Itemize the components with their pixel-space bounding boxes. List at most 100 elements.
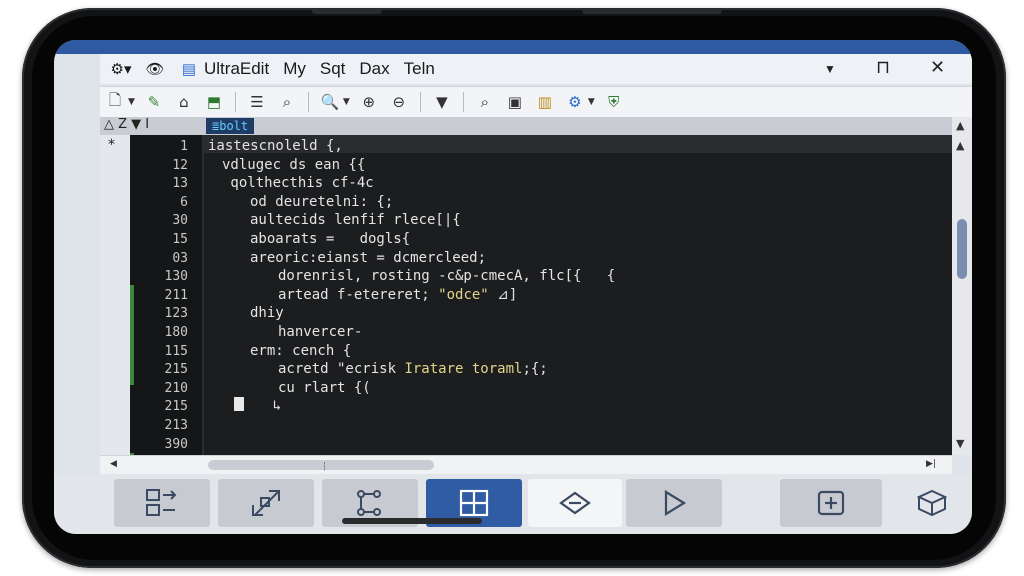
- zoom-in-icon[interactable]: ⊕: [356, 90, 382, 114]
- scroll-down-arrow-icon[interactable]: ▼: [956, 437, 964, 450]
- line-number: 130: [164, 269, 188, 285]
- line-number: 6: [180, 194, 188, 210]
- code-text: erm: cench {: [250, 342, 352, 359]
- line-number: 211: [164, 287, 188, 303]
- code-text: aboarats = dogls{: [250, 231, 411, 247]
- code-text: qolthecthis cf-4c: [222, 175, 374, 192]
- settings-icon[interactable]: ⚙: [562, 90, 588, 114]
- list-icon[interactable]: ☰: [244, 90, 270, 114]
- code-line[interactable]: ↳: [222, 398, 281, 414]
- line-number: 390: [164, 436, 188, 452]
- home-indicator: [342, 518, 482, 524]
- code-text: acretd "ecrisk: [278, 361, 405, 378]
- find-dropdown[interactable]: ▼: [343, 97, 350, 107]
- scroll-up-arrow-icon[interactable]: ▲: [956, 119, 964, 132]
- menu-item-dax[interactable]: Dax: [359, 59, 389, 79]
- code-line[interactable]: aultecids lenfif rlece[|{: [250, 212, 461, 228]
- edit-icon[interactable]: ✎: [141, 90, 167, 114]
- modified-marker: *: [108, 137, 115, 153]
- tab-bolt[interactable]: ≣bolt: [206, 118, 255, 134]
- vertical-scrollbar[interactable]: ▲ ▲ ▼: [952, 117, 972, 455]
- code-string: "odce": [438, 286, 489, 303]
- code-line[interactable]: erm: cench {: [250, 343, 351, 359]
- resize-icon[interactable]: [218, 479, 314, 527]
- vertical-scroll-thumb[interactable]: [957, 219, 967, 279]
- find-icon[interactable]: 🔍: [317, 90, 343, 114]
- settings-dropdown[interactable]: ▼: [588, 97, 595, 107]
- app-screen: ⚙▾ 👁 ▤ UltraEdit My Sqt Dax Teln ▼ ⊓ ✕ 🗋…: [54, 40, 972, 534]
- horizontal-scrollbar[interactable]: ◀ ┆ ▶|: [100, 455, 952, 474]
- code-line[interactable]: hanvercer-: [278, 324, 362, 340]
- code-line[interactable]: qolthecthis cf-4c: [222, 175, 374, 192]
- toolbar-separator: [419, 92, 421, 112]
- image-icon[interactable]: ▣: [502, 90, 528, 114]
- code-tail: ↳: [222, 398, 282, 415]
- close-button[interactable]: ✕: [930, 57, 945, 78]
- code-text: vdlugec ds ean {{: [222, 156, 366, 173]
- code-text: aultecids lenfif rlece[|{: [250, 212, 461, 229]
- line-number: 210: [164, 380, 188, 396]
- line-number: 30: [172, 213, 188, 229]
- zoom-out-icon[interactable]: ⊖: [386, 90, 412, 114]
- code-line[interactable]: acretd "ecrisk Iratare toraml;{;: [278, 361, 548, 377]
- code-text: dhiy: [250, 305, 284, 322]
- line-number: 15: [172, 232, 188, 247]
- volume-button: [312, 8, 382, 14]
- gutter-header: △ Z ▼ I: [104, 117, 150, 132]
- power-button: [582, 8, 722, 14]
- code-line[interactable]: vdlugec ds ean {{: [222, 157, 365, 173]
- toolbar: 🗋 ▼ ✎ ⌂ ⬒ ☰ ⌕ 🔍 ▼ ⊕ ⊖ ▼ ⌕ ▣ ▥ ⚙ ▼ ⛨: [100, 86, 972, 118]
- code-line[interactable]: aboarats = dogls{: [250, 231, 410, 247]
- ultraedit-logo-icon: ▤: [181, 61, 197, 78]
- package-icon[interactable]: [902, 479, 962, 527]
- add-box-icon[interactable]: [780, 479, 882, 527]
- line-number: 1: [180, 139, 188, 154]
- bookmark-icon[interactable]: ⌂: [171, 90, 197, 114]
- toolbar-separator: [462, 92, 464, 112]
- maximize-button[interactable]: ⊓: [876, 57, 890, 78]
- line-number: 03: [172, 250, 188, 266]
- diamond-icon[interactable]: [528, 479, 622, 527]
- code-text: od deuretelni: {;: [250, 193, 394, 210]
- app-menu-icon[interactable]: ⚙▾: [110, 59, 132, 79]
- code-line[interactable]: cu rlart {(: [278, 380, 371, 396]
- dropdown-icon[interactable]: ▼: [429, 90, 455, 114]
- columns-icon[interactable]: ▥: [532, 90, 558, 114]
- bottom-action-bar: [54, 474, 972, 534]
- search-icon[interactable]: ⌕: [274, 90, 300, 114]
- new-file-dropdown[interactable]: ▼: [128, 97, 135, 107]
- line-number-gutter: 1 12 13 6 30 15 03 130 211 123 180 115 215 210 215 213 3…: [130, 135, 204, 455]
- code-line[interactable]: areoric:eianst = dcmercleed;: [250, 250, 486, 266]
- menu-item-my[interactable]: My: [283, 59, 306, 79]
- menu-item-teln[interactable]: Teln: [404, 59, 435, 79]
- code-line[interactable]: dorenrisl, rosting -c&p-cmecA, flc[{ {: [278, 268, 615, 284]
- layout-icon[interactable]: [114, 479, 210, 527]
- scroll-grip-icon: ┆: [322, 462, 327, 471]
- new-file-icon[interactable]: 🗋: [102, 90, 128, 114]
- code-tail: ⊿]: [488, 286, 518, 303]
- horizontal-scroll-thumb[interactable]: [208, 460, 434, 470]
- title-bar: ⚙▾ 👁 ▤ UltraEdit My Sqt Dax Teln ▼ ⊓ ✕: [100, 54, 972, 84]
- code-text: iastescnoleld {,: [208, 138, 343, 154]
- scroll-left-arrow-icon[interactable]: ◀: [110, 459, 117, 469]
- line-number: 215: [164, 362, 188, 378]
- code-editor[interactable]: 1 12 13 6 30 15 03 130 211 123 180 115 215 210 215 213 3…: [130, 135, 952, 471]
- code-tail: ;{;: [522, 361, 548, 378]
- eye-icon[interactable]: 👁: [144, 59, 166, 79]
- search2-icon[interactable]: ⌕: [472, 90, 498, 114]
- save-icon[interactable]: ⬒: [201, 90, 227, 114]
- change-marker: [130, 345, 134, 385]
- play-icon[interactable]: [626, 479, 722, 527]
- code-text: dorenrisl, rosting -c&p-cmecA, flc[{ {: [278, 268, 616, 285]
- code-line[interactable]: iastescnoleld {,: [208, 138, 343, 154]
- code-string: Iratare toraml: [404, 361, 523, 378]
- window-dropdown-button[interactable]: ▼: [824, 62, 836, 76]
- menu-item-sqt[interactable]: Sqt: [320, 59, 346, 79]
- code-line[interactable]: dhiy: [250, 305, 284, 321]
- scroll-right-arrow-icon[interactable]: ▶|: [926, 459, 936, 469]
- code-line[interactable]: artead f-etereret; "odce" ⊿]: [278, 287, 517, 303]
- shield-icon[interactable]: ⛨: [601, 90, 627, 114]
- code-line[interactable]: od deuretelni: {;: [250, 194, 393, 210]
- scroll-up2-arrow-icon[interactable]: ▲: [956, 139, 964, 152]
- title-accent-bar: [54, 40, 972, 54]
